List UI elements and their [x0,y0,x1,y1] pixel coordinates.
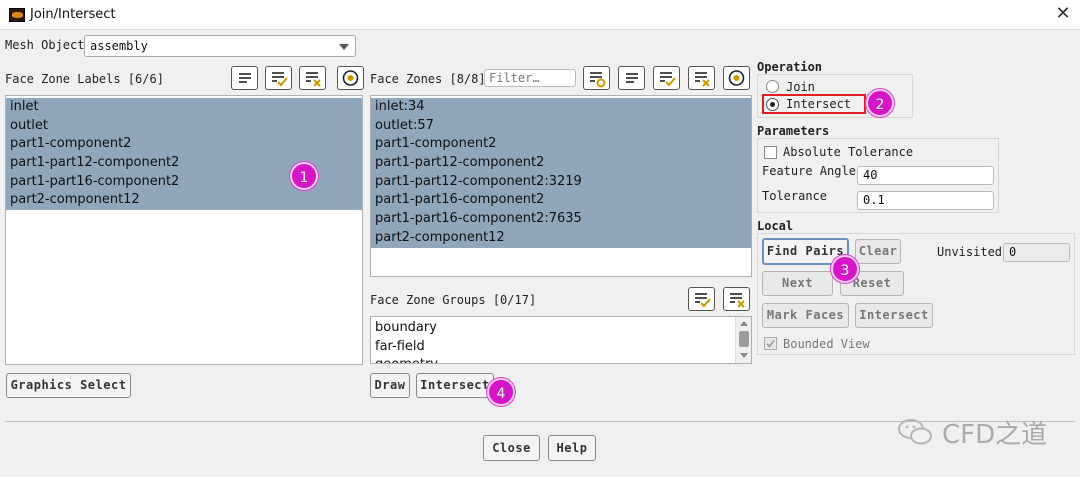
target-zones-button[interactable] [723,66,750,90]
face-zone-labels-header: Face Zone Labels [6/6] [5,72,164,86]
target-icon [728,70,745,86]
mesh-object-dropdown[interactable]: assembly [84,35,356,57]
clear-button[interactable]: Clear [855,239,901,264]
face-zones-list[interactable]: inlet:34 outlet:57 part1-component2 part… [370,95,752,277]
next-button[interactable]: Next [762,271,833,296]
draw-button[interactable]: Draw [370,373,410,398]
select-all-groups-button[interactable] [688,287,715,311]
sort-zones-button[interactable] [618,66,645,90]
list-item[interactable]: geometry [371,356,751,363]
intersect-radio[interactable] [766,98,779,111]
help-button[interactable]: Help [548,435,596,461]
join-radio[interactable] [766,80,779,93]
list-item[interactable]: far-field [371,338,751,357]
list-clear-icon [730,293,745,308]
tolerance-value: 0.1 [863,193,885,207]
unvisited-label: Unvisited [937,245,1003,259]
parameters-title: Parameters [757,124,830,138]
graphics-select-button[interactable]: Graphics Select [6,373,131,398]
feature-angle-value: 40 [863,168,878,182]
title-bar [0,0,1080,30]
close-window-icon[interactable]: ✕ [1052,3,1074,25]
checkmark-icon [766,340,775,348]
list-check-icon [660,72,676,87]
operation-title: Operation [757,60,823,74]
app-logo-icon [9,8,25,22]
unvisited-value: 0 [1009,245,1017,259]
annotation-badge-4: 4 [487,378,515,406]
annotation-badge-3: 3 [831,255,859,283]
list-clear-icon [306,72,321,87]
chevron-down-icon [339,44,349,50]
filter-input[interactable] [484,69,576,87]
list-item[interactable]: part1-component2 [371,135,751,155]
list-icon [239,73,251,83]
face-zone-groups-header: Face Zone Groups [0/17] [370,293,537,307]
local-intersect-button[interactable]: Intersect [855,303,933,328]
target-icon [342,70,359,86]
list-item[interactable]: part1-part16-component2:7635 [371,210,751,229]
face-zone-groups-list[interactable]: boundary far-field geometry [370,316,752,364]
face-zones-header: Face Zones [8/8] [370,72,486,86]
window-title: Join/Intersect [30,7,116,22]
list-item[interactable]: inlet [6,98,362,117]
list-item[interactable]: part1-component2 [6,135,362,155]
sort-list-button[interactable] [231,66,258,90]
filter-options-button[interactable] [583,66,610,90]
mesh-object-label: Mesh Object [5,38,85,52]
intersect-label: Intersect [786,97,852,111]
target-select-button[interactable] [337,66,364,90]
bounded-view-label: Bounded View [783,337,870,351]
close-button[interactable]: Close [483,435,540,461]
local-title: Local [757,219,794,233]
bounded-view-checkbox[interactable] [764,337,777,350]
deselect-all-button[interactable] [299,66,326,90]
intersect-action-button[interactable]: Intersect [416,373,494,398]
list-item[interactable]: inlet:34 [371,98,751,117]
deselect-all-zones-button[interactable] [688,66,715,90]
list-check-icon [695,293,711,308]
absolute-tolerance-label: Absolute Tolerance [783,145,914,159]
list-clear-icon [695,72,710,87]
absolute-tolerance-checkbox[interactable] [764,146,777,159]
tolerance-label: Tolerance [762,189,828,203]
mesh-object-value: assembly [90,39,148,53]
watermark-text: CFD之道 [942,420,1048,450]
annotation-badge-1: 1 [290,162,318,190]
list-item[interactable]: part1-part12-component2:3219 [371,172,751,192]
feature-angle-label: Feature Angle [762,164,856,178]
tolerance-input[interactable]: 0.1 [857,191,994,210]
scroll-thumb[interactable] [739,331,749,347]
unvisited-input: 0 [1003,243,1070,262]
list-item[interactable]: part1-part12-component2 [371,154,751,173]
feature-angle-input[interactable]: 40 [857,166,994,185]
face-zone-labels-list[interactable]: inlet outlet part1-component2 part1-part… [5,95,363,365]
list-item[interactable]: part2-component12 [6,191,362,211]
select-all-zones-button[interactable] [653,66,680,90]
radio-dot-icon [770,102,775,107]
deselect-all-groups-button[interactable] [723,287,750,311]
wechat-icon [898,419,932,445]
list-filter-icon [590,72,606,88]
scroll-up-icon[interactable] [740,321,748,326]
list-icon [626,73,638,83]
list-item[interactable]: part1-part16-component2 [371,191,751,211]
list-item[interactable]: outlet [6,116,362,136]
join-label: Join [786,80,815,94]
scroll-down-icon[interactable] [740,353,748,358]
mark-faces-button[interactable]: Mark Faces [762,303,849,328]
list-check-icon [272,72,288,87]
scrollbar[interactable] [735,317,751,363]
list-item[interactable]: outlet:57 [371,116,751,136]
list-item[interactable]: part2-component12 [371,228,751,248]
annotation-badge-2: 2 [866,89,894,117]
list-item[interactable]: boundary [371,319,751,338]
select-all-button[interactable] [265,66,292,90]
